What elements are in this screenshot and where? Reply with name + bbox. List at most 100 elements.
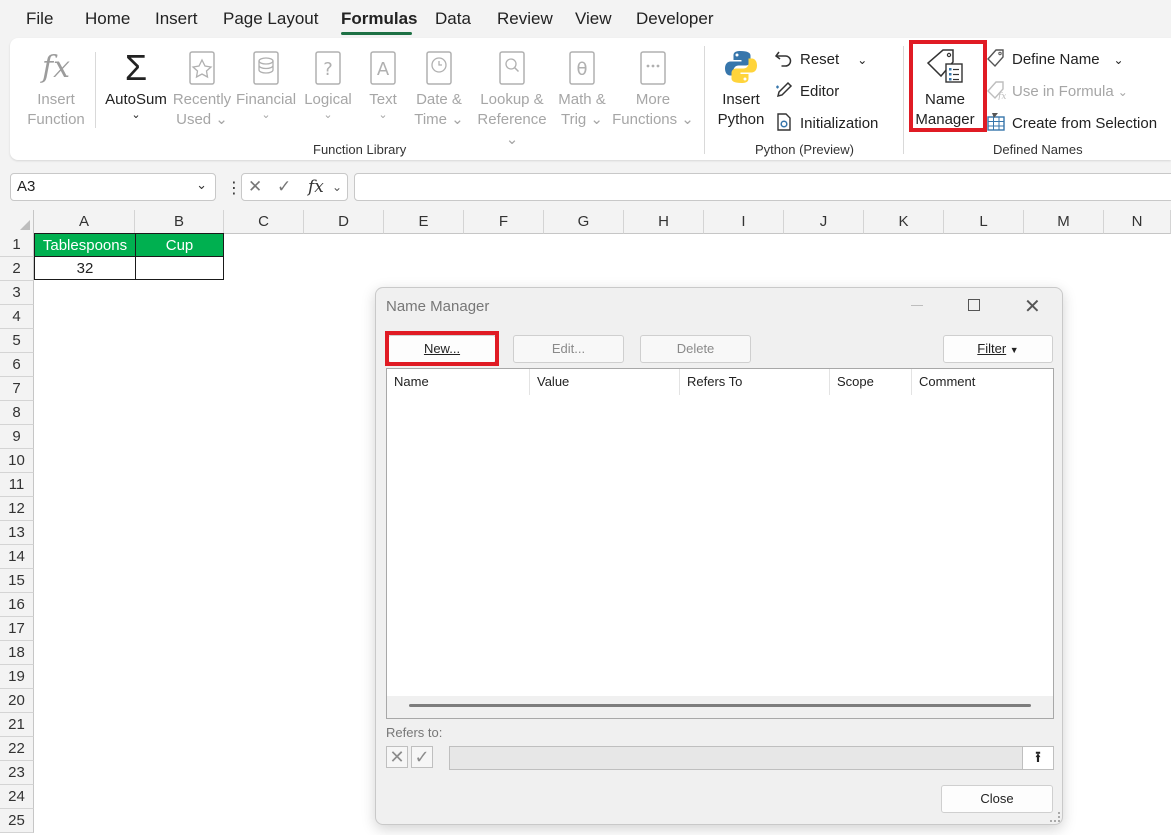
row-header-17[interactable]: 17 <box>0 617 34 641</box>
column-header-c[interactable]: C <box>224 210 304 234</box>
row-header-12[interactable]: 12 <box>0 497 34 521</box>
column-header-m[interactable]: M <box>1024 210 1104 234</box>
fx-icon[interactable]: fx <box>308 177 324 197</box>
more-options-icon[interactable]: ⋮ <box>226 178 242 198</box>
row-header-7[interactable]: 7 <box>0 377 34 401</box>
row-header-25[interactable]: 25 <box>0 809 34 833</box>
more-functions-button[interactable]: More Functions ⌄ <box>612 50 694 130</box>
column-header-k[interactable]: K <box>864 210 944 234</box>
close-button[interactable]: Close <box>941 785 1053 813</box>
math-trig-button[interactable]: θ Math & Trig ⌄ <box>554 50 610 130</box>
define-name-button[interactable]: Define Name ⌄ <box>986 48 1124 68</box>
column-header-f[interactable]: F <box>464 210 544 234</box>
cell-b2[interactable] <box>135 256 224 280</box>
row-header-11[interactable]: 11 <box>0 473 34 497</box>
cell-a1[interactable]: Tablespoons <box>34 233 136 257</box>
row-header-23[interactable]: 23 <box>0 761 34 785</box>
column-header-l[interactable]: L <box>944 210 1024 234</box>
row-header-24[interactable]: 24 <box>0 785 34 809</box>
tab-file[interactable]: File <box>26 9 53 29</box>
row-header-2[interactable]: 2 <box>0 257 34 281</box>
initialization-button[interactable]: Initialization <box>774 112 878 132</box>
row-header-19[interactable]: 19 <box>0 665 34 689</box>
insert-function-button[interactable]: fx Insert Function <box>26 50 86 130</box>
row-header-21[interactable]: 21 <box>0 713 34 737</box>
cell-b1[interactable]: Cup <box>135 233 224 257</box>
minimize-icon[interactable] <box>911 305 923 306</box>
confirm-edit-icon[interactable]: ✓ <box>411 746 433 768</box>
reset-button[interactable]: Reset ⌄ <box>774 48 867 68</box>
row-header-15[interactable]: 15 <box>0 569 34 593</box>
formula-input[interactable] <box>354 173 1171 201</box>
tab-formulas[interactable]: Formulas <box>341 9 418 29</box>
cancel-icon[interactable]: ✕ <box>248 177 262 197</box>
tab-review[interactable]: Review <box>497 9 553 29</box>
edit-button[interactable]: Edit... <box>513 335 624 363</box>
scrollbar-thumb[interactable] <box>409 704 1031 707</box>
row-header-9[interactable]: 9 <box>0 425 34 449</box>
row-header-20[interactable]: 20 <box>0 689 34 713</box>
column-header-value[interactable]: Value <box>530 369 680 395</box>
column-header-refers-to[interactable]: Refers To <box>680 369 830 395</box>
name-box[interactable]: A3 ⌄ <box>10 173 216 201</box>
column-header-g[interactable]: G <box>544 210 624 234</box>
column-header-j[interactable]: J <box>784 210 864 234</box>
tab-developer[interactable]: Developer <box>636 9 714 29</box>
logical-button[interactable]: ? Logical ⌄ <box>300 50 356 121</box>
row-header-6[interactable]: 6 <box>0 353 34 377</box>
column-header-n[interactable]: N <box>1104 210 1171 234</box>
select-all-corner[interactable] <box>0 210 34 234</box>
row-header-22[interactable]: 22 <box>0 737 34 761</box>
tab-insert[interactable]: Insert <box>155 9 198 29</box>
defined-names-label: Defined Names <box>993 142 1083 157</box>
chevron-down-icon[interactable]: ⌄ <box>332 180 342 194</box>
maximize-icon[interactable] <box>968 299 980 311</box>
refers-to-input[interactable]: ⭱ <box>449 746 1054 770</box>
row-header-10[interactable]: 10 <box>0 449 34 473</box>
names-list[interactable]: Name Value Refers To Scope Comment <box>386 368 1054 719</box>
close-icon[interactable]: ✕ <box>1024 294 1041 319</box>
row-header-3[interactable]: 3 <box>0 281 34 305</box>
delete-button[interactable]: Delete <box>640 335 751 363</box>
resize-grip-icon[interactable] <box>1050 812 1060 822</box>
row-header-18[interactable]: 18 <box>0 641 34 665</box>
check-icon[interactable]: ✓ <box>277 177 291 197</box>
column-header-comment[interactable]: Comment <box>912 369 1053 395</box>
column-header-a[interactable]: A <box>34 210 135 234</box>
column-header-b[interactable]: B <box>135 210 224 234</box>
row-header-13[interactable]: 13 <box>0 521 34 545</box>
filter-button[interactable]: Filter ▼ <box>943 335 1053 363</box>
tab-home[interactable]: Home <box>85 9 130 29</box>
column-header-d[interactable]: D <box>304 210 384 234</box>
row-header-5[interactable]: 5 <box>0 329 34 353</box>
autosum-button[interactable]: Σ AutoSum ⌄ <box>103 50 169 121</box>
financial-button[interactable]: Financial ⌄ <box>236 50 296 121</box>
use-in-formula-button[interactable]: fx Use in Formula ⌄ <box>986 80 1128 102</box>
row-header-16[interactable]: 16 <box>0 593 34 617</box>
text-button[interactable]: A Text ⌄ <box>360 50 406 121</box>
column-header-h[interactable]: H <box>624 210 704 234</box>
row-header-4[interactable]: 4 <box>0 305 34 329</box>
tab-page-layout[interactable]: Page Layout <box>223 9 318 29</box>
tab-view[interactable]: View <box>575 9 612 29</box>
column-header-name[interactable]: Name <box>387 369 530 395</box>
cancel-edit-icon[interactable]: ✕ <box>386 746 408 768</box>
column-header-i[interactable]: I <box>704 210 784 234</box>
horizontal-scrollbar[interactable] <box>387 696 1053 718</box>
dots-book-icon <box>640 51 666 85</box>
create-from-selection-button[interactable]: Create from Selection <box>986 112 1157 132</box>
lookup-reference-button[interactable]: Lookup & Reference ⌄ <box>472 50 552 150</box>
tab-data[interactable]: Data <box>435 9 471 29</box>
row-header-1[interactable]: 1 <box>0 233 34 257</box>
editor-button[interactable]: Editor <box>774 80 839 100</box>
recently-used-button[interactable]: Recently Used ⌄ <box>172 50 232 130</box>
insert-python-button[interactable]: Insert Python <box>714 48 768 130</box>
separator <box>903 46 904 154</box>
date-time-button[interactable]: Date & Time ⌄ <box>408 50 470 130</box>
column-header-e[interactable]: E <box>384 210 464 234</box>
cell-a2[interactable]: 32 <box>34 256 136 280</box>
row-header-14[interactable]: 14 <box>0 545 34 569</box>
row-header-8[interactable]: 8 <box>0 401 34 425</box>
column-header-scope[interactable]: Scope <box>830 369 912 395</box>
collapse-dialog-icon[interactable]: ⭱ <box>1022 747 1053 769</box>
